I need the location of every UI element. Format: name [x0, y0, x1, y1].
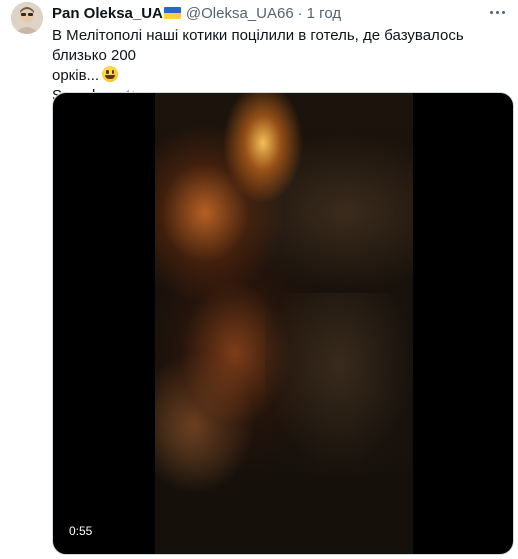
video-duration: 0:55 — [69, 524, 93, 538]
tweet-text-line-1: В Мелітополі наші котики поцілили в готе… — [52, 27, 464, 64]
tweet-header: Pan Oleksa_UA @Oleksa_UA66 · 1 год — [52, 3, 341, 23]
tweet-text-line-2-wrapper: орків... — [52, 66, 514, 86]
avatar[interactable] — [11, 2, 43, 34]
ukraine-flag-icon — [163, 7, 181, 19]
tweet-text-line-2: орків... — [52, 67, 100, 84]
author-handle[interactable]: @Oleksa_UA66 — [186, 5, 294, 22]
author-name[interactable]: Pan Oleksa_UA — [52, 5, 163, 22]
tweet[interactable]: Pan Oleksa_UA @Oleksa_UA66 · 1 год В Мел… — [0, 0, 518, 559]
separator-dot: · — [297, 4, 303, 22]
video-player[interactable]: 0:55 — [52, 92, 514, 555]
more-options-icon[interactable] — [486, 4, 508, 20]
avatar-image — [11, 2, 43, 34]
grinning-face-emoji — [102, 66, 119, 82]
video-scene — [265, 293, 413, 473]
tweet-timestamp[interactable]: 1 год — [307, 5, 341, 22]
video-frame[interactable] — [155, 93, 413, 554]
